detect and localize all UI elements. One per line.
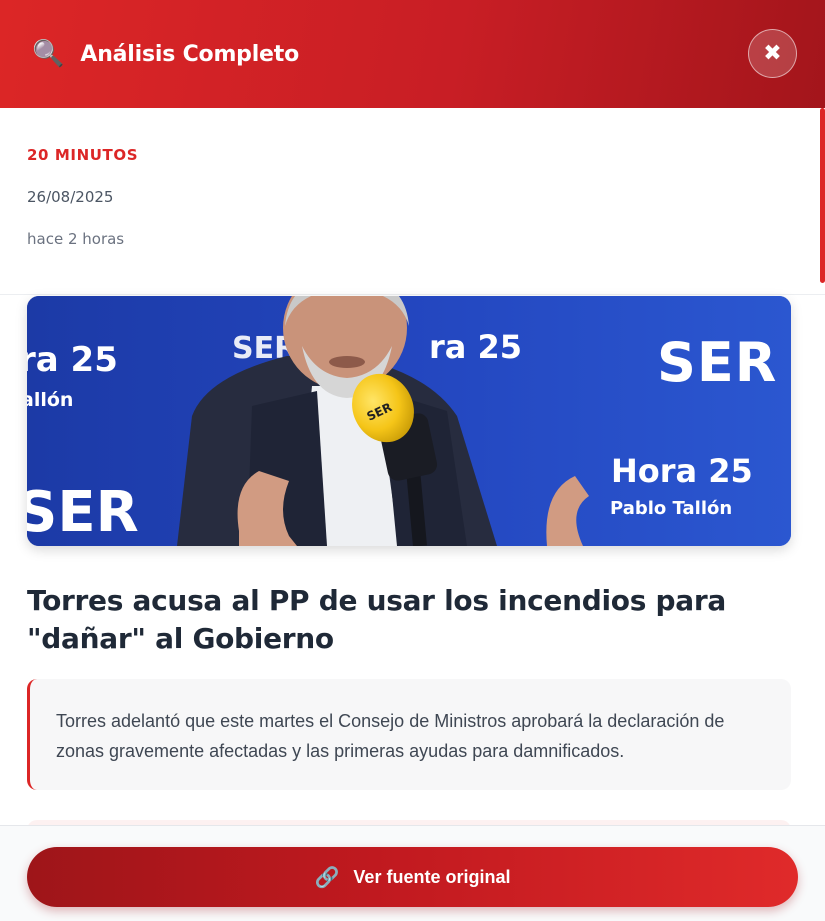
- relative-time: hace 2 horas: [27, 230, 125, 248]
- article-headline: Torres acusa al PP de usar los incendios…: [27, 584, 726, 655]
- article-image: ra 25 allón ra 25 SER Hora 25 Pablo Tall…: [27, 296, 791, 546]
- modal-footer: 🔗 Ver fuente original: [0, 825, 825, 921]
- article-meta: 20 MINUTOS 26/08/2025 hace 2 horas: [0, 108, 825, 295]
- studio-text-right: Hora 25: [611, 452, 753, 490]
- brand-text-top: SER: [657, 331, 777, 394]
- close-icon: ✖: [763, 40, 782, 66]
- view-source-label: Ver fuente original: [353, 866, 511, 887]
- studio-text-left: ra 25: [27, 340, 118, 380]
- publish-date: 26/08/2025: [27, 188, 114, 206]
- scrollbar-thumb[interactable]: [820, 108, 825, 283]
- close-button[interactable]: ✖: [748, 29, 797, 78]
- article-scroll-area[interactable]: 20 MINUTOS 26/08/2025 hace 2 horas ra 25: [0, 108, 825, 825]
- view-source-button[interactable]: 🔗 Ver fuente original: [27, 847, 798, 907]
- host-text-right: Pablo Tallón: [610, 498, 732, 519]
- magnifier-icon: 🔍: [32, 39, 65, 69]
- source-name: 20 MINUTOS: [27, 146, 139, 164]
- modal-title: Análisis Completo: [80, 41, 300, 67]
- brand-text-bottom: SER: [27, 480, 139, 545]
- summary-card: Torres adelantó que este martes el Conse…: [27, 679, 791, 790]
- studio-text-center: ra 25: [429, 328, 522, 366]
- link-icon: 🔗: [314, 866, 340, 889]
- modal-header: 🔍 Análisis Completo ✖: [0, 0, 825, 108]
- summary-text: Torres adelantó que este martes el Conse…: [56, 711, 725, 761]
- host-text-left: allón: [27, 389, 73, 411]
